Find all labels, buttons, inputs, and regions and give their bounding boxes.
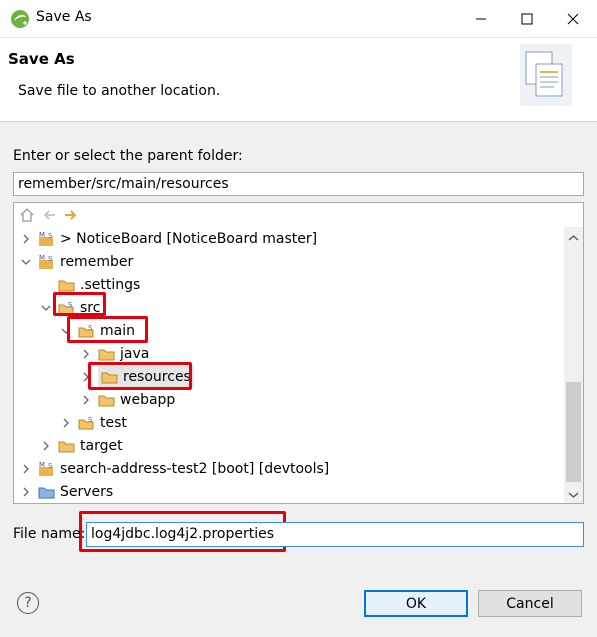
scroll-thumb[interactable] xyxy=(566,382,581,482)
maximize-icon xyxy=(521,13,533,25)
close-button[interactable] xyxy=(550,0,596,38)
eclipse-app-icon xyxy=(10,9,30,29)
file-name-label: File name: xyxy=(13,526,86,542)
chevron-down-icon[interactable] xyxy=(40,302,52,314)
help-icon[interactable]: ? xyxy=(17,592,39,614)
svg-text:S: S xyxy=(48,232,53,240)
minimize-icon xyxy=(476,18,486,20)
title-bar: Save As xyxy=(0,0,597,38)
selection-highlight: resources xyxy=(98,366,194,387)
folder-icon xyxy=(98,392,116,408)
scroll-down-icon[interactable] xyxy=(568,489,579,500)
parent-folder-label: Enter or select the parent folder: xyxy=(13,148,243,164)
dialog-title: Save As xyxy=(8,50,75,68)
project-icon: MS xyxy=(38,231,56,247)
project-icon: MS xyxy=(38,254,56,270)
back-arrow-icon[interactable] xyxy=(41,207,57,223)
source-folder-icon: S xyxy=(78,323,96,339)
vertical-scrollbar[interactable] xyxy=(564,227,583,503)
svg-text:S: S xyxy=(88,324,93,332)
chevron-right-icon[interactable] xyxy=(80,348,92,360)
chevron-right-icon[interactable] xyxy=(80,371,92,383)
tree-item-noticeboard[interactable]: MS > NoticeBoard [NoticeBoard master] xyxy=(20,227,317,250)
dialog-header: Save As Save file to another location. xyxy=(0,38,597,122)
tree-item-src[interactable]: S src xyxy=(40,296,100,319)
tree-item-settings[interactable]: .settings xyxy=(40,273,140,296)
maximize-button[interactable] xyxy=(504,0,550,38)
source-folder-icon: S xyxy=(78,415,96,431)
svg-text:S: S xyxy=(68,301,73,309)
tree-item-target[interactable]: target xyxy=(40,434,123,457)
folder-icon xyxy=(98,346,116,362)
tree-item-java[interactable]: java xyxy=(80,342,149,365)
chevron-right-icon[interactable] xyxy=(20,486,32,498)
save-as-banner-icon xyxy=(520,44,572,106)
tree-item-remember[interactable]: MS remember xyxy=(20,250,133,273)
tree-item-search-address-test2[interactable]: MS search-address-test2 [boot] [devtools… xyxy=(20,457,329,480)
folder-icon xyxy=(58,277,76,293)
tree-item-webapp[interactable]: webapp xyxy=(80,388,175,411)
parent-folder-input[interactable]: remember/src/main/resources xyxy=(13,172,584,196)
tree-item-main[interactable]: S main xyxy=(60,319,135,342)
svg-text:M: M xyxy=(39,254,45,262)
file-name-input[interactable]: log4jdbc.log4j2.properties xyxy=(86,522,584,547)
forward-arrow-icon[interactable] xyxy=(63,207,79,223)
svg-text:S: S xyxy=(48,255,53,263)
tree-rows: MS > NoticeBoard [NoticeBoard master] MS… xyxy=(14,227,564,503)
dialog-description: Save file to another location. xyxy=(18,83,221,99)
no-twisty xyxy=(40,279,52,291)
close-icon xyxy=(567,13,579,25)
source-folder-icon: S xyxy=(58,300,76,316)
tree-toolbar xyxy=(14,203,583,227)
chevron-right-icon[interactable] xyxy=(80,394,92,406)
chevron-right-icon[interactable] xyxy=(40,440,52,452)
scroll-up-icon[interactable] xyxy=(568,232,579,243)
svg-text:M: M xyxy=(39,231,45,239)
servers-folder-icon xyxy=(38,484,56,500)
home-icon[interactable] xyxy=(19,207,35,223)
minimize-button[interactable] xyxy=(458,0,504,38)
ok-button[interactable]: OK xyxy=(364,590,468,617)
svg-text:S: S xyxy=(88,416,93,424)
tree-item-resources[interactable]: resources xyxy=(80,365,194,388)
project-icon: MS xyxy=(38,461,56,477)
chevron-down-icon[interactable] xyxy=(20,256,32,268)
folder-icon xyxy=(101,369,119,385)
chevron-right-icon[interactable] xyxy=(20,463,32,475)
folder-icon xyxy=(58,438,76,454)
svg-text:S: S xyxy=(48,462,53,470)
window-title: Save As xyxy=(36,9,92,25)
chevron-right-icon[interactable] xyxy=(20,233,32,245)
chevron-right-icon[interactable] xyxy=(60,417,72,429)
chevron-down-icon[interactable] xyxy=(60,325,72,337)
svg-text:M: M xyxy=(39,461,45,469)
tree-item-test[interactable]: S test xyxy=(60,411,127,434)
tree-item-servers[interactable]: Servers xyxy=(20,480,113,503)
folder-tree[interactable]: MS > NoticeBoard [NoticeBoard master] MS… xyxy=(13,202,584,504)
cancel-button[interactable]: Cancel xyxy=(478,590,582,617)
